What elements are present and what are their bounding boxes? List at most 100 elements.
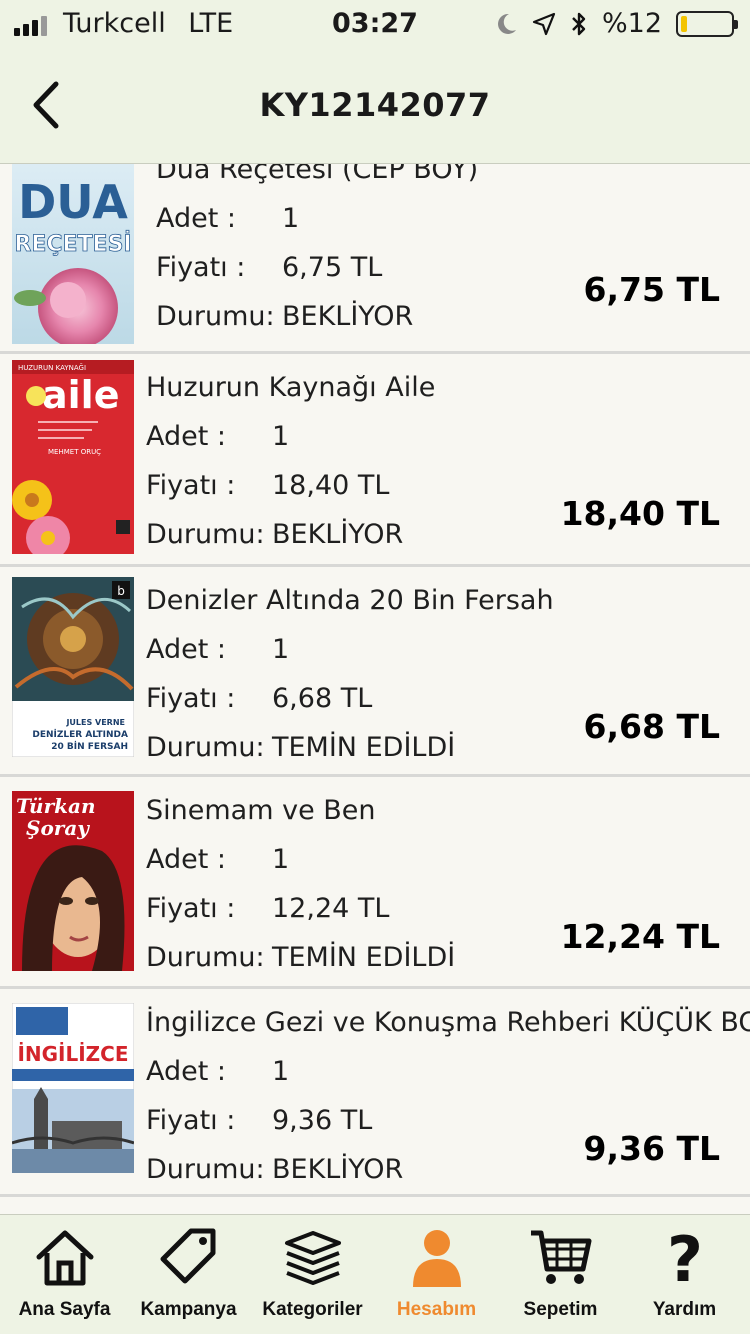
item-info: Huzurun Kaynağı Aile Adet : 1 Fiyatı : 18,… bbox=[146, 372, 435, 550]
qty-value: 1 bbox=[272, 1056, 290, 1087]
bluetooth-icon bbox=[572, 12, 586, 35]
svg-text:DENİZLER ALTINDA: DENİZLER ALTINDA bbox=[32, 729, 128, 740]
order-item[interactable]: İNGİLİZCE İngilizce Gezi ve Konuşma Rehb… bbox=[0, 989, 750, 1197]
price-value: 12,24 TL bbox=[272, 893, 390, 924]
status-value: BEKLİYOR bbox=[272, 519, 404, 550]
item-name: İngilizce Gezi ve Konuşma Rehberi KÜÇÜK … bbox=[146, 1007, 750, 1038]
status-label: Durumu: bbox=[146, 1154, 265, 1185]
status-row: Durumu: BEKLİYOR bbox=[146, 519, 435, 550]
svg-text:JULES VERNE: JULES VERNE bbox=[65, 718, 125, 727]
book-cover-image: HUZURUN KAYNAĞI aile MEHMET ORUÇ bbox=[12, 360, 134, 554]
item-name: Denizler Altında 20 Bin Fersah bbox=[146, 585, 554, 616]
navigation-bar: KY12142077 bbox=[0, 52, 750, 164]
status-label: Durumu: bbox=[156, 301, 275, 332]
status-row: Durumu: BEKLİYOR bbox=[156, 301, 478, 332]
price-label: Fiyatı : bbox=[156, 252, 246, 283]
qty-row: Adet : 1 bbox=[146, 844, 455, 875]
qty-row: Adet : 1 bbox=[146, 634, 554, 665]
tab-yardim[interactable]: ? Yardım bbox=[622, 1215, 747, 1334]
book-cover-image: b JULES VERNE DENİZLER ALTINDA 20 BİN FE… bbox=[12, 577, 134, 757]
tab-ana-sayfa[interactable]: Ana Sayfa bbox=[2, 1215, 127, 1334]
order-item[interactable]: Türkan Şoray Sinemam ve Ben Adet : 1 Fiya… bbox=[0, 777, 750, 989]
tab-kampanya[interactable]: Kampanya bbox=[126, 1215, 251, 1334]
price-row: Fiyatı : 18,40 TL bbox=[146, 470, 435, 501]
question-icon: ? bbox=[667, 1225, 703, 1289]
tab-hesabim[interactable]: Hesabım bbox=[374, 1215, 499, 1334]
status-bar: Turkcell LTE 03:27 %12 bbox=[0, 0, 750, 52]
item-name: Dua Reçetesi (CEP BOY) bbox=[156, 164, 479, 185]
qty-value: 1 bbox=[282, 203, 300, 234]
svg-text:Şoray: Şoray bbox=[26, 816, 90, 840]
qty-row: Adet : 1 bbox=[146, 421, 435, 452]
qty-label: Adet : bbox=[146, 634, 227, 665]
price-label: Fiyatı : bbox=[146, 893, 236, 924]
status-value: BEKLİYOR bbox=[282, 301, 414, 332]
svg-text:aile: aile bbox=[42, 373, 119, 417]
order-item[interactable]: HUZURUN KAYNAĞI aile MEHMET ORUÇ Huzurun… bbox=[0, 354, 750, 567]
status-row: Durumu: TEMİN EDİLDİ bbox=[146, 942, 455, 973]
qty-row: Adet : 1 bbox=[146, 1056, 750, 1087]
price-value: 18,40 TL bbox=[272, 470, 390, 501]
status-label: Durumu: bbox=[146, 519, 265, 550]
qty-value: 1 bbox=[272, 421, 290, 452]
battery-percent: %12 bbox=[601, 8, 662, 39]
tab-label: Yardım bbox=[652, 1299, 717, 1320]
item-name: Sinemam ve Ben bbox=[146, 795, 376, 826]
book-cover-image: Türkan Şoray bbox=[12, 791, 134, 971]
status-value: TEMİN EDİLDİ bbox=[272, 732, 456, 763]
svg-text:Türkan: Türkan bbox=[16, 794, 95, 818]
location-arrow-icon bbox=[532, 12, 556, 35]
battery-level bbox=[681, 15, 687, 32]
books-icon bbox=[285, 1231, 341, 1285]
status-value: BEKLİYOR bbox=[272, 1154, 404, 1185]
book-cover-image: Mehmet Said Arvas DUA REÇETESİ bbox=[12, 164, 134, 344]
page-title: KY12142077 bbox=[259, 86, 491, 124]
cart-icon bbox=[531, 1230, 592, 1284]
price-label: Fiyatı : bbox=[146, 470, 236, 501]
tab-bar: Ana Sayfa Kampanya Kategoriler Hesabım S… bbox=[0, 1214, 750, 1334]
moon-icon bbox=[498, 13, 516, 34]
item-total: 9,36 TL bbox=[583, 1129, 720, 1168]
qty-row: Adet : 1 bbox=[156, 203, 478, 234]
price-value: 6,68 TL bbox=[272, 683, 373, 714]
price-value: 6,75 TL bbox=[282, 252, 383, 283]
order-item[interactable]: b JULES VERNE DENİZLER ALTINDA 20 BİN FE… bbox=[0, 567, 750, 777]
tab-kategoriler[interactable]: Kategoriler bbox=[250, 1215, 375, 1334]
svg-text:MEHMET ORUÇ: MEHMET ORUÇ bbox=[48, 448, 101, 456]
svg-text:DUA: DUA bbox=[18, 175, 128, 229]
item-name: Huzurun Kaynağı Aile bbox=[146, 372, 436, 403]
status-label: Durumu: bbox=[146, 942, 265, 973]
item-info: Denizler Altında 20 Bin Fersah Adet : 1 F… bbox=[146, 585, 554, 763]
item-total: 18,40 TL bbox=[560, 494, 720, 533]
person-icon bbox=[413, 1230, 461, 1287]
book-cover-image: İNGİLİZCE bbox=[12, 1003, 134, 1173]
price-label: Fiyatı : bbox=[146, 683, 236, 714]
status-label: Durumu: bbox=[146, 732, 265, 763]
qty-value: 1 bbox=[272, 634, 290, 665]
home-icon bbox=[36, 1230, 94, 1286]
status-value: TEMİN EDİLDİ bbox=[272, 942, 456, 973]
item-total: 6,75 TL bbox=[583, 270, 720, 309]
qty-label: Adet : bbox=[156, 203, 237, 234]
svg-text:20 BİN FERSAH: 20 BİN FERSAH bbox=[51, 741, 128, 752]
qty-label: Adet : bbox=[146, 421, 227, 452]
price-label: Fiyatı : bbox=[146, 1105, 236, 1136]
qty-value: 1 bbox=[272, 844, 290, 875]
order-items-list[interactable]: Mehmet Said Arvas DUA REÇETESİ Dua Reçet… bbox=[0, 164, 750, 1214]
price-row: Fiyatı : 6,68 TL bbox=[146, 683, 554, 714]
battery-icon bbox=[676, 10, 738, 37]
item-info: Sinemam ve Ben Adet :1 Fiyatı :12,24 TL … bbox=[146, 795, 455, 973]
svg-text:?: ? bbox=[667, 1225, 703, 1289]
price-row: Fiyatı : 6,75 TL bbox=[156, 252, 478, 283]
svg-text:REÇETESİ: REÇETESİ bbox=[14, 231, 131, 257]
item-total: 12,24 TL bbox=[560, 917, 720, 956]
svg-text:HUZURUN KAYNAĞI: HUZURUN KAYNAĞI bbox=[18, 363, 86, 372]
tag-icon bbox=[160, 1228, 216, 1284]
tab-sepetim[interactable]: Sepetim bbox=[498, 1215, 623, 1334]
status-row: Durumu: TEMİN EDİLDİ bbox=[146, 732, 554, 763]
item-total: 6,68 TL bbox=[583, 707, 720, 746]
svg-text:b: b bbox=[117, 584, 125, 598]
order-item[interactable]: Mehmet Said Arvas DUA REÇETESİ Dua Reçet… bbox=[0, 164, 750, 354]
qty-label: Adet : bbox=[146, 844, 227, 875]
item-info: Dua Reçetesi (CEP BOY) Adet : 1 Fiyatı : 6… bbox=[156, 164, 478, 332]
